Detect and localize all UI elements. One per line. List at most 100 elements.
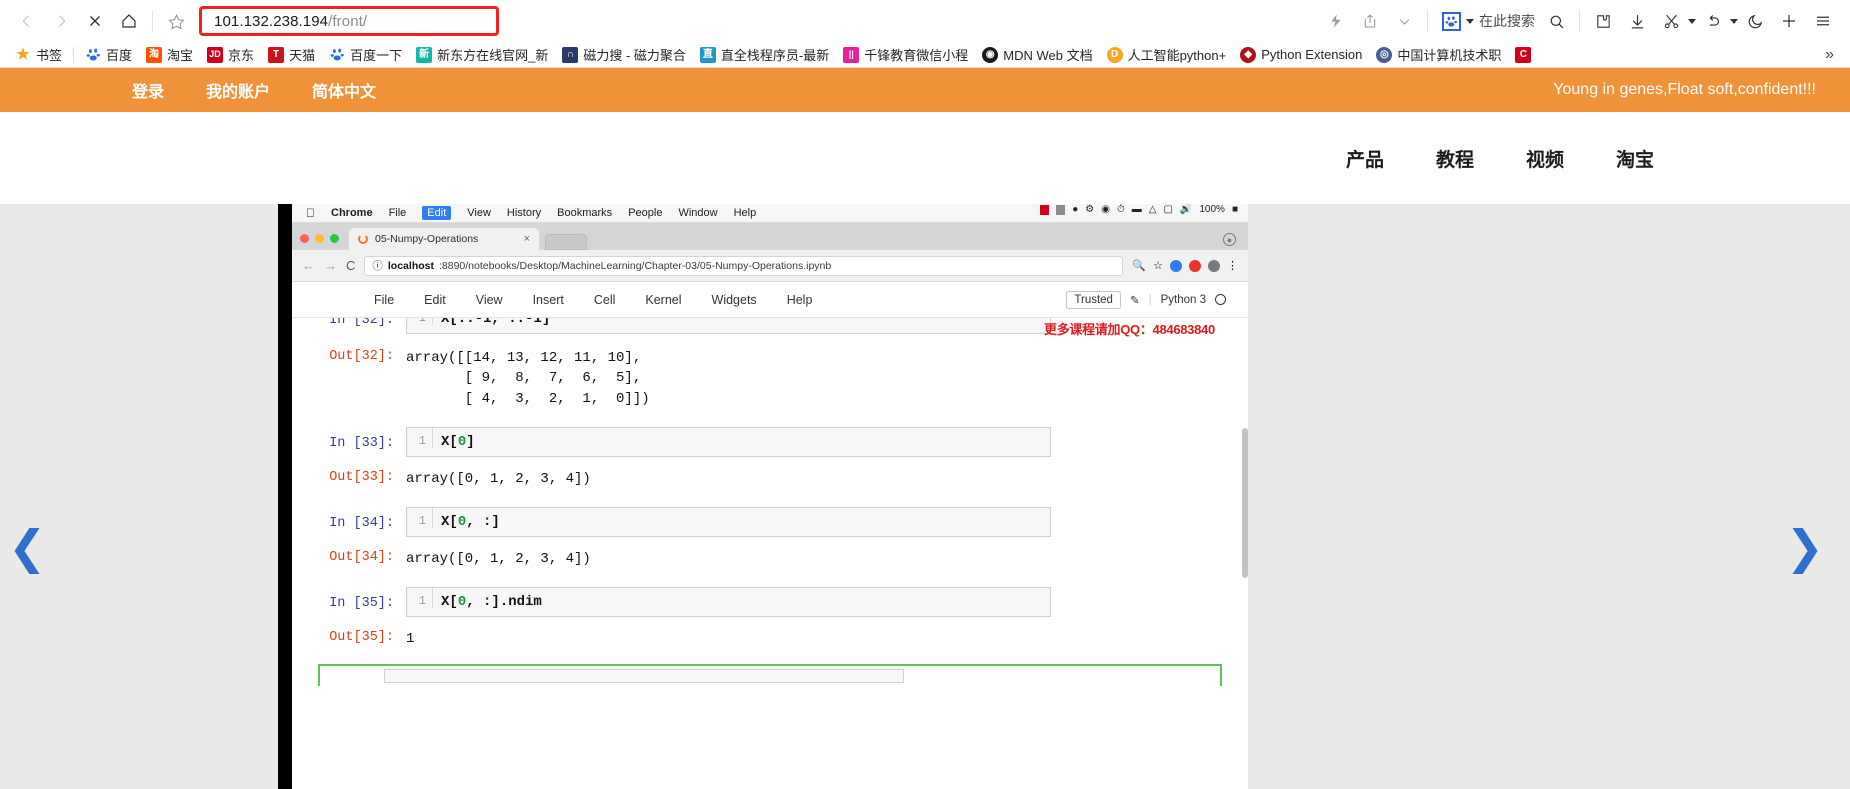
bookmark-item-2[interactable]: 淘 淘宝 (139, 44, 200, 66)
topbar-link-login[interactable]: 登录 (132, 78, 164, 102)
inner-address-bar[interactable]: ⓘ localhost:8890/notebooks/Desktop/Machi… (364, 255, 1124, 276)
back-icon[interactable] (10, 4, 44, 38)
chrome-tab[interactable]: 05-Numpy-Operations × (349, 228, 539, 250)
stop-icon[interactable] (78, 4, 112, 38)
nav-link-videos[interactable]: 视频 (1526, 145, 1564, 172)
extensions-icon[interactable] (1586, 4, 1620, 38)
inner-zoom-icon[interactable]: 🔍 (1132, 259, 1146, 272)
cell-code[interactable]: X[::-1, ::-1] (433, 318, 558, 333)
maximize-window-icon[interactable] (330, 234, 339, 243)
cell-input-area[interactable]: 1 X[::-1, ::-1] (406, 318, 1051, 334)
topbar-link-language[interactable]: 简体中文 (312, 78, 376, 102)
bookmark-item-8[interactable]: 直 直全栈程序员-最新 (693, 44, 836, 66)
moon-icon[interactable] (1738, 4, 1772, 38)
add-icon[interactable] (1772, 4, 1806, 38)
mac-menu-bookmarks[interactable]: Bookmarks (557, 207, 612, 219)
slider-prev-button[interactable]: ❮ (8, 524, 47, 570)
home-icon[interactable] (112, 4, 146, 38)
search-icon[interactable] (1539, 4, 1573, 38)
share-icon[interactable] (1353, 4, 1387, 38)
tab-close-icon[interactable]: × (524, 233, 530, 245)
minimize-window-icon[interactable] (315, 234, 324, 243)
mac-menu-chrome[interactable]: Chrome (331, 207, 373, 219)
notebook-menu-view[interactable]: View (476, 293, 503, 307)
lightning-icon[interactable] (1319, 4, 1353, 38)
menu-icon[interactable] (1806, 4, 1840, 38)
chevron-down-icon[interactable] (1387, 4, 1421, 38)
extension-red-icon[interactable] (1189, 259, 1201, 272)
undo-icon[interactable] (1696, 4, 1730, 38)
bookmark-item-5[interactable]: 百度一下 (322, 44, 409, 66)
scissors-icon[interactable] (1654, 4, 1688, 38)
notebook-menu-insert[interactable]: Insert (533, 293, 564, 307)
forward-icon[interactable] (44, 4, 78, 38)
cell-input-area[interactable]: 1 X[0] (406, 426, 1051, 457)
notebook-cell-in-34[interactable]: In [34]: 1 X[0, :] (292, 507, 1248, 538)
address-bar[interactable]: 101.132.238.194/front/ (199, 6, 499, 36)
baidu-search-box[interactable]: 在此搜索 (1434, 11, 1539, 31)
bookmark-item-13[interactable]: ◎ 中国计算机技术职 (1369, 44, 1508, 66)
extension-blue-icon[interactable] (1170, 259, 1182, 272)
edit-pencil-icon[interactable]: ✎ (1130, 293, 1140, 307)
slide-image[interactable]:  Chrome File Edit View History Bookmark… (278, 204, 1248, 789)
undo-caret-icon[interactable] (1730, 18, 1738, 24)
nav-link-taobao[interactable]: 淘宝 (1616, 145, 1654, 172)
cell-code[interactable]: X[0, :] (433, 508, 508, 536)
mac-menu-edit[interactable]: Edit (422, 206, 452, 220)
bookmark-item-10[interactable]: ◉ MDN Web 文档 (975, 44, 1099, 66)
bookmark-label: MDN Web 文档 (1003, 48, 1093, 63)
mac-menu-window[interactable]: Window (678, 207, 717, 219)
notebook-scrollbar-thumb[interactable] (1242, 428, 1248, 578)
mac-menu-file[interactable]: File (389, 207, 407, 219)
bookmark-item-9[interactable]: || 千锋教育微信小程 (836, 44, 975, 66)
nav-link-products[interactable]: 产品 (1346, 145, 1384, 172)
bookmark-item-4[interactable]: T 天猫 (261, 44, 322, 66)
notebook-menu-help[interactable]: Help (787, 293, 813, 307)
mac-menu-history[interactable]: History (507, 207, 541, 219)
bookmark-star-icon[interactable] (159, 4, 193, 38)
cell-input-area-partial[interactable] (384, 668, 904, 683)
notebook-scrollbar[interactable] (1242, 318, 1248, 789)
nav-link-tutorials[interactable]: 教程 (1436, 145, 1474, 172)
baidu-dropdown-caret-icon[interactable] (1466, 18, 1474, 24)
trusted-badge[interactable]: Trusted (1066, 290, 1121, 309)
close-window-icon[interactable] (300, 234, 309, 243)
inner-back-icon[interactable]: ← (302, 258, 315, 273)
cell-code[interactable]: X[0] (433, 428, 483, 456)
topbar-link-my-account[interactable]: 我的账户 (206, 78, 270, 102)
profile-avatar[interactable]: ● (1223, 233, 1236, 246)
bookmark-item-14[interactable]: C (1508, 44, 1538, 66)
inner-forward-icon[interactable]: → (324, 258, 337, 273)
site-info-icon[interactable]: ⓘ (372, 258, 383, 273)
bookmark-item-6[interactable]: 新 新东方在线官网_新 (409, 44, 555, 66)
cell-input-area[interactable]: 1 X[0, :] (406, 507, 1051, 538)
slider-next-button[interactable]: ❯ (1785, 524, 1824, 570)
notebook-menu-file[interactable]: File (374, 293, 394, 307)
bookmark-item-11[interactable]: D 人工智能python+ (1100, 44, 1234, 66)
new-tab-button[interactable] (545, 234, 587, 250)
bookmark-item-7[interactable]: ∩ 磁力搜 - 磁力聚合 (555, 44, 693, 66)
cell-input-area[interactable]: 1 X[0, :].ndim (406, 587, 1051, 618)
bookmark-item-1[interactable]: 百度 (78, 44, 139, 66)
notebook-cell-selected-partial[interactable] (318, 663, 1222, 686)
mac-menu-view[interactable]: View (467, 207, 491, 219)
notebook-menu-widgets[interactable]: Widgets (712, 293, 757, 307)
inner-menu-icon[interactable]: ⋮ (1227, 259, 1238, 272)
bookmark-item-0[interactable]: ★ 书签 (8, 44, 69, 66)
inner-reload-icon[interactable]: C (346, 258, 355, 273)
notebook-menu-edit[interactable]: Edit (424, 293, 446, 307)
notebook-menu-kernel[interactable]: Kernel (645, 293, 681, 307)
scissors-caret-icon[interactable] (1688, 18, 1696, 24)
notebook-menu-cell[interactable]: Cell (594, 293, 616, 307)
notebook-cell-in-33[interactable]: In [33]: 1 X[0] (292, 426, 1248, 457)
extension-gray-icon[interactable] (1208, 259, 1220, 272)
notebook-cell-in-35[interactable]: In [35]: 1 X[0, :].ndim (292, 587, 1248, 618)
bookmarks-overflow-button[interactable]: » (1817, 46, 1842, 64)
mac-menu-people[interactable]: People (628, 207, 662, 219)
bookmark-item-3[interactable]: JD 京东 (200, 44, 261, 66)
inner-star-icon[interactable]: ☆ (1153, 259, 1163, 272)
mac-menu-help[interactable]: Help (734, 207, 757, 219)
bookmark-item-12[interactable]: ◆ Python Extension (1233, 44, 1369, 66)
download-icon[interactable] (1620, 4, 1654, 38)
cell-code[interactable]: X[0, :].ndim (433, 588, 550, 616)
